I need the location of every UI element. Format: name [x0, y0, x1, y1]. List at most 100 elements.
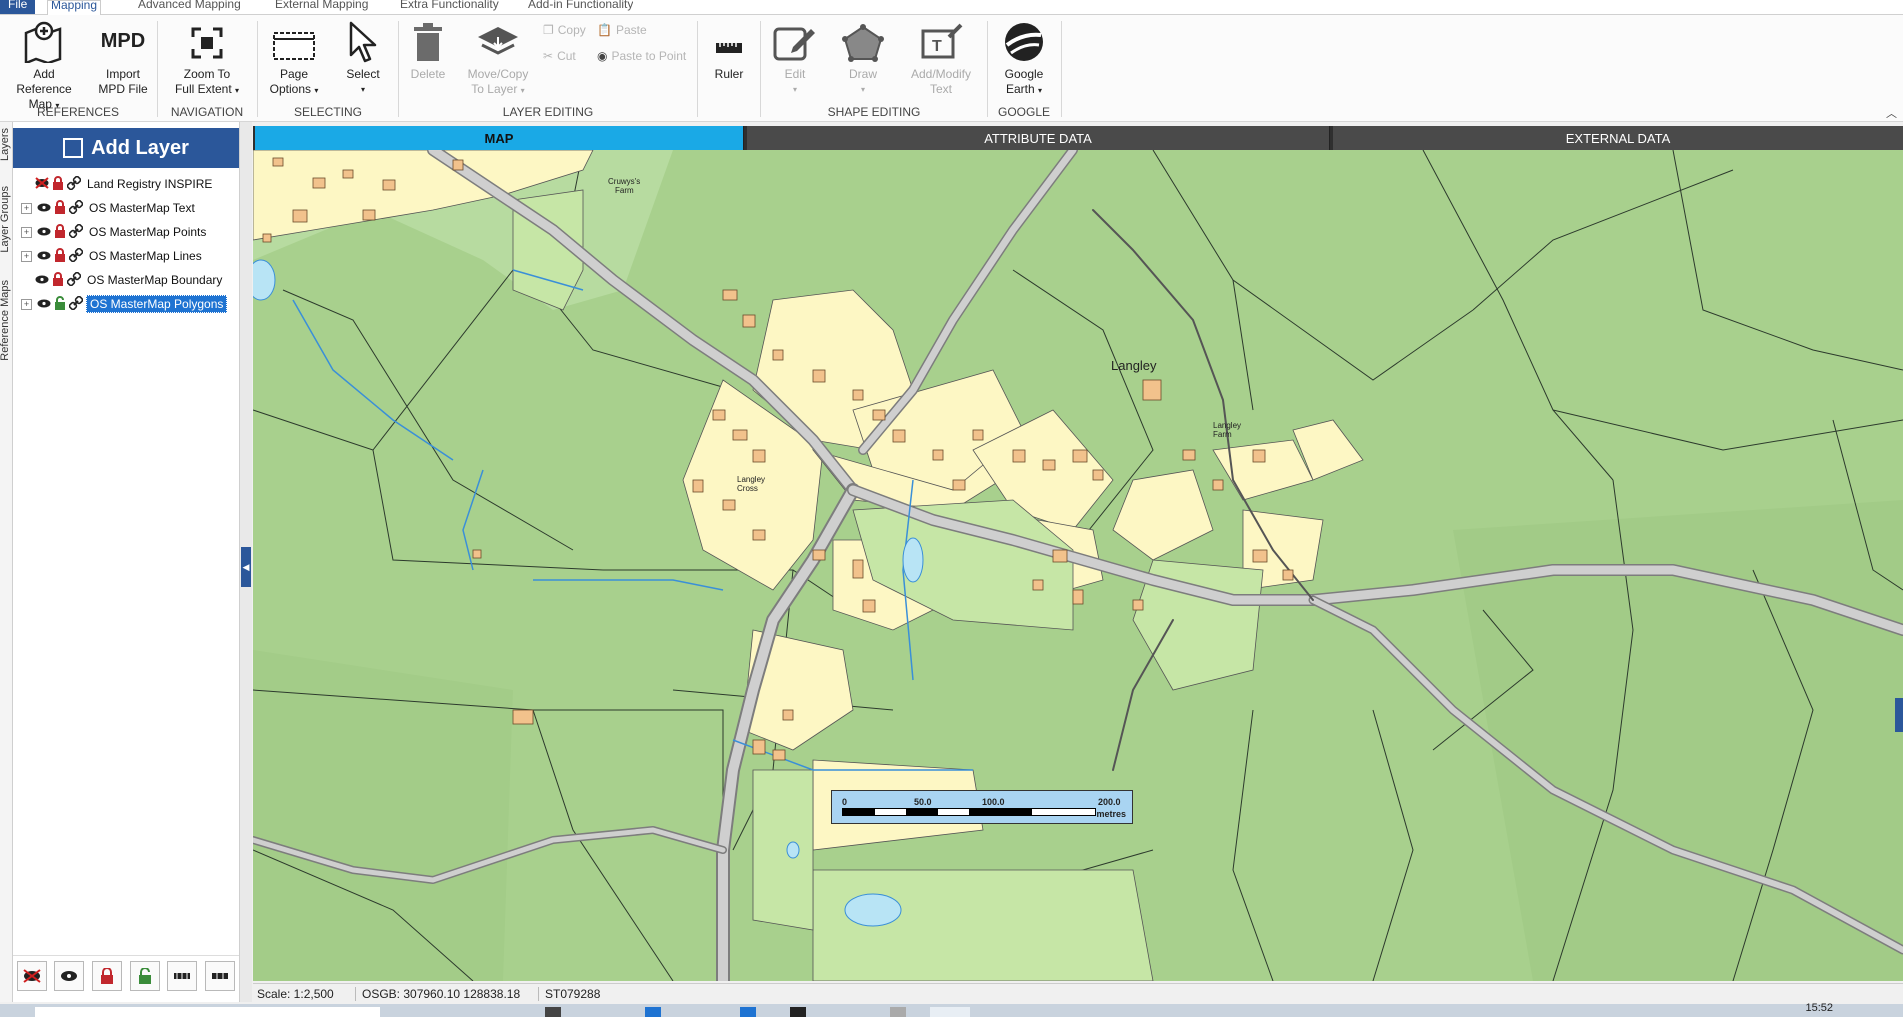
link-icon[interactable]	[68, 223, 84, 241]
hide-all-layers-button[interactable]	[16, 961, 47, 991]
label-langley-farm-1: Langley	[1213, 421, 1241, 430]
ruler-button[interactable]: Ruler	[704, 19, 754, 82]
layer-row[interactable]: OS MasterMap Boundary	[21, 270, 225, 290]
tab-layers[interactable]: Layers	[0, 128, 11, 161]
move-copy-to-layer-button[interactable]: Move/Copy To Layer ▾	[460, 19, 536, 98]
zoom-full-extent-button[interactable]: Zoom To Full Extent ▾	[166, 19, 248, 98]
tab-external-data[interactable]: EXTERNAL DATA	[1333, 126, 1903, 150]
unlock-icon[interactable]	[54, 295, 66, 313]
link-icon[interactable]	[68, 247, 84, 265]
cut-button[interactable]: ✂ Cut	[543, 49, 576, 63]
status-grid-ref: ST079288	[538, 987, 600, 1001]
tab-attribute-data[interactable]: ATTRIBUTE DATA	[747, 126, 1330, 150]
expand-toggle-icon[interactable]: +	[21, 250, 32, 262]
unlock-icon	[138, 968, 151, 984]
expand-toggle-icon[interactable]: +	[21, 202, 32, 214]
collapse-panel-icon[interactable]: ◀	[241, 547, 251, 587]
unlock-all-layers-button[interactable]	[129, 961, 160, 991]
layer-row[interactable]: + OS MasterMap Text	[21, 198, 198, 218]
link-icon[interactable]	[66, 271, 82, 289]
lock-icon[interactable]	[54, 199, 66, 217]
layer-name[interactable]: OS MasterMap Polygons	[86, 295, 228, 313]
tab-external-mapping[interactable]: External Mapping	[275, 0, 368, 14]
visibility-eye-icon[interactable]	[35, 273, 49, 287]
expand-toggle-icon[interactable]: +	[21, 298, 32, 310]
layer-row[interactable]: + OS MasterMap Polygons	[21, 294, 228, 314]
taskbar-app-icon[interactable]	[790, 1007, 806, 1017]
taskbar-clock: 15:52	[1805, 1002, 1833, 1014]
label-langley: Langley	[1111, 358, 1157, 373]
add-modify-text-button[interactable]: T Add/Modify Text	[906, 19, 976, 97]
collapse-ribbon-icon[interactable]: ︿	[1886, 105, 1897, 121]
layer-name[interactable]: OS MasterMap Points	[86, 224, 209, 240]
lock-icon[interactable]	[54, 223, 66, 241]
scale-bar-segments	[842, 808, 1096, 816]
visibility-hidden-icon[interactable]	[35, 176, 49, 192]
link-icon[interactable]	[66, 175, 82, 193]
add-layer-button[interactable]: Add Layer	[13, 128, 239, 168]
unlink-layers-button[interactable]	[205, 961, 236, 991]
map-tab-bar: MAP ATTRIBUTE DATA EXTERNAL DATA	[253, 126, 1903, 150]
lock-all-layers-button[interactable]	[92, 961, 123, 991]
polygon-draw-icon	[838, 19, 888, 63]
taskbar-app-icon[interactable]	[740, 1007, 756, 1017]
map-canvas[interactable]: Langley Langley Cross Langley Farm Cruwy…	[253, 150, 1903, 981]
show-all-layers-button[interactable]	[54, 961, 85, 991]
expand-toggle-icon[interactable]: +	[21, 226, 32, 238]
link-icon[interactable]	[68, 199, 84, 217]
layer-row[interactable]: Land Registry INSPIRE	[21, 174, 215, 194]
lock-icon[interactable]	[54, 247, 66, 265]
edit-button[interactable]: Edit ▾	[770, 19, 820, 97]
layer-toolbar	[13, 955, 239, 996]
page-options-label-2: Options	[269, 82, 311, 96]
tab-add-in-functionality[interactable]: Add-in Functionality	[528, 0, 633, 14]
layer-name[interactable]: Land Registry INSPIRE	[84, 176, 215, 192]
add-reference-map-button[interactable]: Add Reference Map ▾	[4, 19, 84, 113]
visibility-eye-icon[interactable]	[37, 225, 51, 239]
scale-tick-100: 100.0	[982, 797, 1005, 807]
draw-button[interactable]: Draw ▾	[838, 19, 888, 97]
tab-file[interactable]: File	[0, 0, 36, 14]
layer-name[interactable]: OS MasterMap Text	[86, 200, 198, 216]
right-panel-toggle[interactable]	[1895, 698, 1903, 732]
link-icon[interactable]	[68, 295, 84, 313]
tab-extra-functionality[interactable]: Extra Functionality	[400, 0, 499, 14]
copy-button[interactable]: ❐ Copy	[543, 23, 586, 37]
page-options-button[interactable]: Page Options ▾	[264, 19, 324, 98]
layer-name[interactable]: OS MasterMap Boundary	[84, 272, 225, 288]
taskbar-search-box[interactable]	[35, 1007, 380, 1017]
panel-splitter[interactable]: ◀	[240, 122, 252, 1002]
paste-to-point-button[interactable]: ◉ Paste to Point	[597, 49, 686, 63]
lock-icon[interactable]	[52, 175, 64, 193]
delete-button[interactable]: Delete	[406, 19, 450, 82]
layer-name[interactable]: OS MasterMap Lines	[86, 248, 205, 264]
link-layers-button[interactable]	[167, 961, 198, 991]
edit-pencil-icon	[770, 19, 820, 63]
tab-advanced-mapping[interactable]: Advanced Mapping	[138, 0, 241, 14]
lock-icon[interactable]	[52, 271, 64, 289]
zoom-full-extent-label-1: Zoom To	[183, 67, 231, 81]
visibility-eye-icon[interactable]	[37, 201, 51, 215]
group-label-references: REFERENCES	[36, 105, 119, 119]
select-button[interactable]: Select ▾	[336, 19, 390, 97]
target-icon: ◉	[597, 49, 608, 63]
taskbar-app-icon[interactable]	[545, 1007, 561, 1017]
import-mpd-button[interactable]: MPD Import MPD File	[94, 19, 152, 97]
group-label-google: GOOGLE	[997, 105, 1050, 119]
paste-button[interactable]: 📋 Paste	[597, 23, 647, 37]
tab-reference-maps[interactable]: Reference Maps	[0, 280, 11, 361]
paste-to-point-label: Paste to Point	[611, 49, 687, 63]
page-options-label-1: Page	[279, 67, 309, 81]
tab-map[interactable]: MAP	[255, 126, 744, 150]
scissors-icon: ✂	[543, 49, 554, 63]
tab-mapping[interactable]: Mapping	[47, 0, 101, 15]
taskbar-app-icon[interactable]	[645, 1007, 661, 1017]
layer-row[interactable]: + OS MasterMap Lines	[21, 246, 205, 266]
taskbar-active-app[interactable]	[930, 1007, 970, 1017]
tab-layer-groups[interactable]: Layer Groups	[0, 186, 11, 253]
visibility-eye-icon[interactable]	[37, 249, 51, 263]
visibility-eye-icon[interactable]	[37, 297, 51, 311]
layer-row[interactable]: + OS MasterMap Points	[21, 222, 209, 242]
google-earth-button[interactable]: Google Earth ▾	[994, 19, 1054, 98]
taskbar-app-icon[interactable]	[890, 1007, 906, 1017]
